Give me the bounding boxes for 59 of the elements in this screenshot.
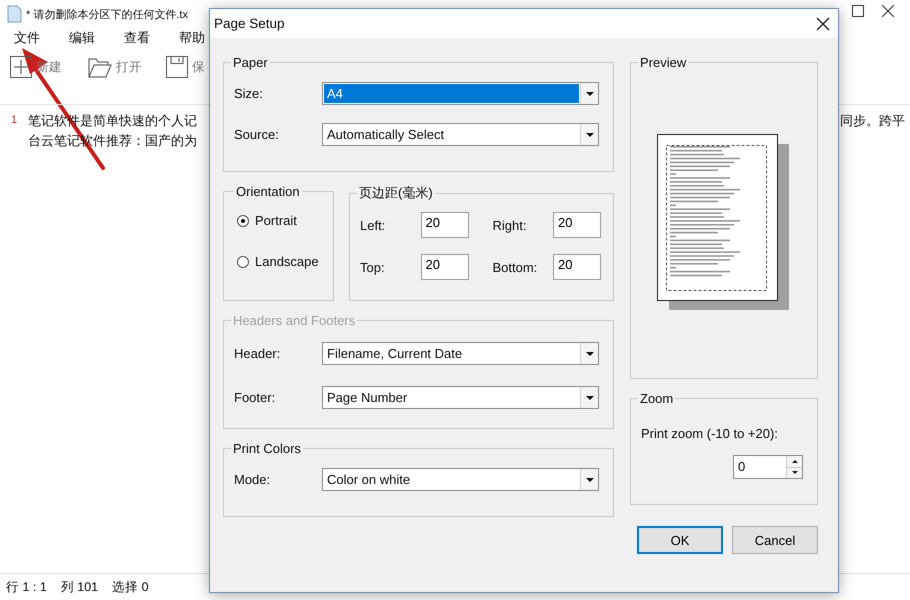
dialog-button[interactable]: OK: [637, 526, 723, 554]
field-label: Mode:: [234, 472, 272, 487]
caret-icon: [586, 352, 594, 356]
dropdown[interactable]: Color on white: [322, 468, 599, 491]
menu-item[interactable]: 编辑: [69, 29, 124, 47]
caret-icon: [586, 478, 594, 482]
group-title: Zoom: [639, 391, 674, 406]
menu-item[interactable]: 文件: [14, 29, 69, 47]
caret-icon: [586, 396, 594, 400]
field-label: Size:: [234, 86, 264, 101]
group-title: Print Colors: [232, 441, 302, 456]
dropdown[interactable]: A4: [322, 82, 599, 105]
dialog-title: Page Setup: [214, 16, 285, 31]
folder-icon: [88, 56, 112, 78]
close-icon[interactable]: [816, 16, 830, 30]
maximize-icon[interactable]: [852, 5, 864, 17]
input-field[interactable]: 20: [553, 212, 601, 238]
status-text: 选择 0: [112, 578, 149, 596]
plus-icon: [10, 56, 32, 78]
status-text: 行 1 : 1: [6, 578, 47, 596]
dropdown-button[interactable]: [580, 343, 598, 364]
menu-item[interactable]: 查看: [124, 29, 179, 47]
input-field[interactable]: 20: [420, 254, 468, 280]
window-title: * 请勿删除本分区下的任何文件.tx: [26, 8, 188, 22]
field-label: Header:: [234, 346, 282, 361]
number-spinner[interactable]: 0: [733, 455, 803, 479]
caret-icon: [586, 92, 594, 96]
dropdown-button[interactable]: [580, 387, 598, 408]
input-field[interactable]: 20: [420, 212, 468, 238]
dropdown-button[interactable]: [580, 469, 598, 490]
group-title: Headers and Footers: [232, 313, 356, 328]
field-label: Top:: [360, 260, 385, 274]
radio-option[interactable]: Portrait: [237, 213, 321, 228]
document-icon: [6, 5, 22, 23]
field-label: Right:: [492, 218, 526, 232]
group-title: Paper: [232, 55, 269, 70]
group-title: 页边距(毫米): [358, 184, 434, 202]
status-text: 列 101: [60, 578, 98, 596]
editor-text: 同步。跨平: [840, 112, 905, 130]
dialog-button[interactable]: Cancel: [732, 526, 818, 554]
dropdown-button[interactable]: [580, 124, 598, 145]
dropdown[interactable]: Automatically Select: [322, 123, 599, 146]
toolbar-button[interactable]: 打开: [88, 56, 166, 78]
field-label: Footer:: [234, 390, 276, 405]
spin-down-icon[interactable]: [787, 466, 802, 478]
dropdown-button[interactable]: [580, 83, 598, 104]
caret-icon: [586, 132, 594, 136]
group-title: Orientation: [235, 184, 301, 199]
save-icon: [166, 56, 188, 78]
field-label: Print zoom (-10 to +20):: [641, 426, 779, 441]
field-label: Bottom:: [492, 260, 538, 274]
field-label: Source:: [234, 127, 280, 142]
field-label: Left:: [360, 218, 386, 232]
group-title: Preview: [639, 55, 688, 70]
input-field[interactable]: 20: [553, 254, 601, 280]
close-icon[interactable]: [882, 5, 894, 17]
radio-option[interactable]: Landscape: [237, 254, 321, 269]
line-number: 1: [10, 113, 18, 128]
spin-up-icon[interactable]: [787, 456, 802, 466]
